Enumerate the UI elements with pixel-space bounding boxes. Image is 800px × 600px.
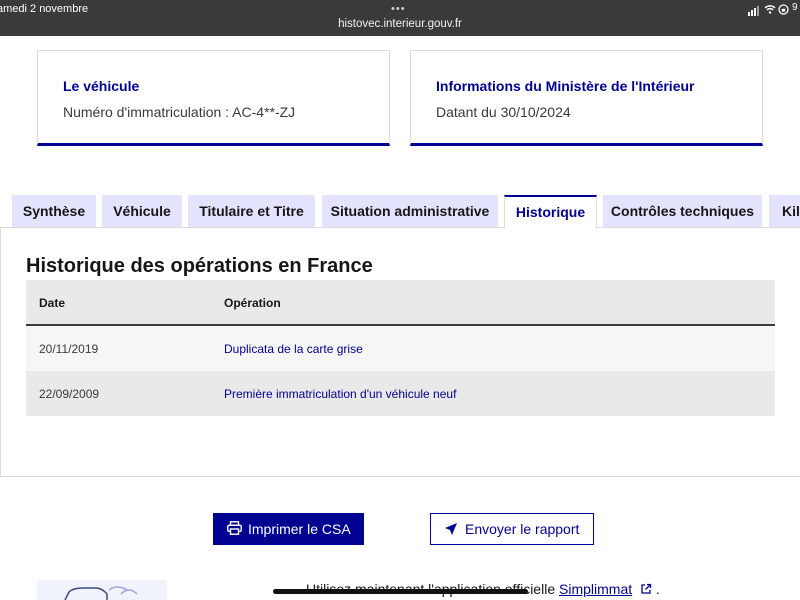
tab-controles-techniques[interactable]: Contrôles techniques: [603, 195, 762, 228]
rotation-lock-icon: [778, 4, 789, 15]
promo-suffix: .: [655, 581, 660, 597]
table-row: 20/11/2019 Duplicata de la carte grise: [26, 326, 775, 371]
status-date: amedi 2 novembre: [0, 3, 89, 15]
wifi-icon: [764, 5, 776, 14]
operations-table: Date Opération 20/11/2019 Duplicata de l…: [26, 280, 775, 416]
tab-synthese[interactable]: Synthèse: [12, 195, 96, 228]
operation-date: 22/09/2009: [39, 387, 100, 401]
status-icons: 9: [748, 2, 800, 16]
table-header: Date Opération: [26, 280, 775, 326]
send-report-button[interactable]: Envoyer le rapport: [430, 513, 594, 545]
tab-titulaire-titre[interactable]: Titulaire et Titre: [188, 195, 315, 228]
tab-vehicule[interactable]: Véhicule: [102, 195, 182, 228]
history-title: Historique des opérations en France: [26, 255, 373, 277]
simplimmat-link[interactable]: Simplimmat: [559, 581, 632, 597]
send-arrow-icon: [445, 523, 457, 535]
column-header-operation: Opération: [224, 296, 281, 310]
vehicle-card: Le véhicule Numéro d'immatriculation : A…: [37, 50, 390, 146]
vehicle-card-title: Le véhicule: [63, 78, 140, 94]
data-date: Datant du 30/10/2024: [436, 104, 571, 120]
operation-name: Première immatriculation d'un véhicule n…: [224, 387, 457, 401]
home-indicator: [273, 589, 528, 594]
ministry-card: Informations du Ministère de l'Intérieur…: [410, 50, 763, 146]
column-header-date: Date: [39, 296, 66, 310]
tab-kilometrage[interactable]: Kilo: [769, 195, 800, 228]
browser-status-bar: amedi 2 novembre ••• histovec.interieur.…: [0, 0, 800, 36]
car-illustration: [37, 580, 167, 600]
registration-number: Numéro d'immatriculation : AC-4**-ZJ: [63, 104, 296, 120]
send-button-label: Envoyer le rapport: [465, 521, 580, 537]
tab-situation-administrative[interactable]: Situation administrative: [322, 195, 498, 228]
tab-bar: Synthèse Véhicule Titulaire et Titre Sit…: [0, 195, 800, 229]
external-link-icon: [641, 583, 652, 594]
battery-level: 9: [792, 2, 798, 13]
table-row: 22/09/2009 Première immatriculation d'un…: [26, 371, 775, 416]
car-icon: [64, 586, 138, 600]
more-dots-icon[interactable]: •••: [391, 3, 406, 15]
print-button-label: Imprimer le CSA: [248, 521, 351, 537]
ministry-card-title: Informations du Ministère de l'Intérieur: [436, 78, 695, 94]
tab-historique[interactable]: Historique: [504, 195, 597, 229]
address-bar-url[interactable]: histovec.interieur.gouv.fr: [0, 18, 800, 30]
printer-icon: [227, 521, 242, 535]
print-csa-button[interactable]: Imprimer le CSA: [213, 513, 364, 545]
operation-name: Duplicata de la carte grise: [224, 342, 363, 356]
operation-date: 20/11/2019: [39, 342, 99, 356]
history-panel: Historique des opérations en France Date…: [0, 227, 800, 477]
